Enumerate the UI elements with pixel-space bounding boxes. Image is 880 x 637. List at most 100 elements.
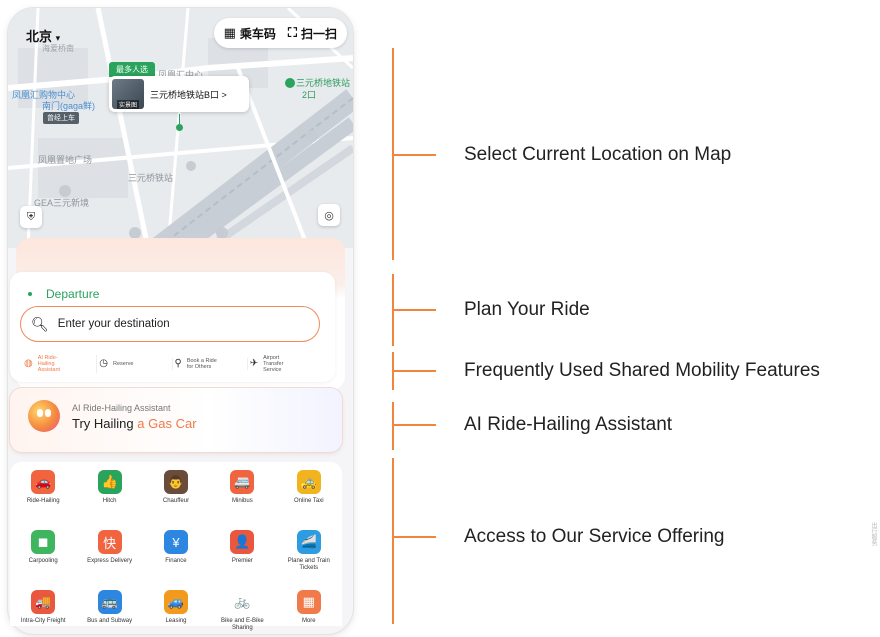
safety-shield-button[interactable]: ⛨	[20, 206, 42, 228]
feature-ai-assistant[interactable]: ◍ AI Ride-Hailing Assistant	[22, 354, 98, 374]
service-label: Plane and Train Tickets	[287, 558, 330, 572]
chevron-down-icon: ▾	[55, 33, 61, 43]
shield-icon: ⛨	[26, 210, 36, 223]
search-icon: 🔍︎	[31, 315, 49, 332]
annotation-bracket-ai	[392, 402, 394, 450]
annotation-map: Select Current Location on Map	[464, 144, 732, 165]
annotation-tick-map	[392, 154, 436, 156]
ai-title-highlight: a Gas Car	[137, 416, 197, 431]
service-label: Bike and E-Bike Sharing	[221, 618, 264, 632]
driver-icon: 👨	[163, 470, 188, 494]
service-label: Premier	[231, 558, 253, 564]
service-premier[interactable]: 👤 Premier	[209, 530, 275, 584]
photo-label: 实景图	[116, 100, 139, 109]
service-label: Intra-City Freight	[20, 618, 66, 624]
map-label-top: 海爱桥南	[42, 44, 74, 53]
finance-icon: ¥	[163, 530, 188, 554]
service-thumb[interactable]: 👍 Hitch	[76, 470, 142, 524]
person-icon: ⚲	[174, 358, 182, 370]
annotation-tick-ai	[392, 424, 436, 426]
departure-field[interactable]: Departure	[28, 287, 99, 301]
shared-mobility-features: ◍ AI Ride-Hailing Assistant ◷ Reserve ⚲ …	[22, 352, 322, 376]
bus-icon: 🚐	[230, 470, 255, 494]
car-icon: 🚗	[31, 470, 56, 494]
delivery-icon: 快	[97, 530, 122, 554]
ai-avatar-icon	[28, 400, 60, 432]
plane-icon: ✈	[249, 358, 259, 370]
services-grid: 🚗 Ride-Hailing 👍 Hitch 👨 Chauffeur 🚐 Minibus 🚕 On…	[10, 470, 342, 637]
carpool-icon: ◼	[31, 530, 56, 554]
service-subway[interactable]: 🚌 Bus and Subway	[76, 590, 142, 637]
feature-label: Book a Ride for Others	[186, 357, 217, 370]
train-icon: 🚄	[296, 530, 321, 554]
feature-reserve[interactable]: ◷ Reserve	[97, 358, 173, 370]
locate-icon: ◎	[324, 209, 334, 222]
feature-label: Reserve	[112, 360, 134, 367]
feature-book-for-others[interactable]: ⚲ Book a Ride for Others	[173, 357, 248, 371]
service-label: Ride-Hailing	[26, 498, 60, 504]
map-label-plaza: 凤凰置地广场	[38, 155, 93, 165]
leasing-icon: 🚙	[163, 590, 188, 614]
city-name: 北京	[26, 29, 53, 44]
annotation-tick-services	[392, 536, 436, 538]
recenter-button[interactable]: ◎	[318, 204, 340, 226]
service-label: Hitch	[102, 498, 117, 504]
service-driver[interactable]: 👨 Chauffeur	[143, 470, 209, 524]
annotation-ai: AI Ride-Hailing Assistant	[464, 414, 673, 435]
scan-label: 扫一扫	[300, 26, 337, 41]
service-label: Finance	[165, 558, 187, 564]
service-label: Online Taxi	[294, 498, 324, 504]
service-leasing[interactable]: 🚙 Leasing	[143, 590, 209, 637]
service-train[interactable]: 🚄 Plane and Train Tickets	[276, 530, 342, 584]
ai-subtitle: AI Ride-Hailing Assistant	[72, 403, 171, 413]
taxi-icon: 🚕	[296, 470, 321, 494]
service-label: Minibus	[232, 498, 253, 504]
service-bus[interactable]: 🚐 Minibus	[209, 470, 275, 524]
service-truck[interactable]: 🚚 Intra-City Freight	[10, 590, 76, 637]
service-taxi[interactable]: 🚕 Online Taxi	[276, 470, 342, 524]
previous-pickup-badge: 曾经上车	[43, 112, 79, 124]
bike-icon: 🚲	[230, 590, 255, 614]
pickup-location-card[interactable]: 实景图 三元桥地铁站B口 >	[109, 76, 249, 112]
annotation-tick-plan	[392, 309, 436, 311]
ai-assistant-card[interactable]: AI Ride-Hailing Assistant Try Hailing a …	[10, 388, 342, 452]
qr-code-icon: ▦	[223, 25, 236, 40]
service-label: Chauffeur	[162, 498, 190, 504]
ride-code-button[interactable]: ▦ 乘车码	[224, 25, 276, 42]
service-more[interactable]: ▦ More	[276, 590, 342, 637]
service-bike[interactable]: 🚲 Bike and E-Bike Sharing	[209, 590, 275, 637]
feature-label: Airport Transfer Service	[263, 354, 284, 374]
map-view[interactable]: 北京 ▾ 海爱桥南 ▦ 乘车码 ⛶ 扫一扫 凤凰汇中心 凤凰汇购物中心 南门(g…	[8, 8, 353, 248]
service-label: More	[301, 618, 316, 624]
service-carpool[interactable]: ◼ Carpooling	[10, 530, 76, 584]
ai-title-prefix: Try Hailing	[72, 416, 134, 431]
service-car[interactable]: 🚗 Ride-Hailing	[10, 470, 76, 524]
map-label-line: 三元桥铁站	[128, 173, 174, 183]
destination-input[interactable]: 🔍︎ Enter your destination	[20, 306, 320, 342]
location-pin-icon	[176, 114, 183, 131]
pickup-station-name: 三元桥地铁站B口 >	[150, 89, 227, 100]
services-panel: 🚗 Ride-Hailing 👍 Hitch 👨 Chauffeur 🚐 Minibus 🚕 On…	[10, 462, 342, 631]
service-label: Leasing	[165, 618, 187, 624]
feature-airport-transfer[interactable]: ✈ Airport Transfer Service	[248, 355, 322, 374]
service-label: Bus and Subway	[87, 618, 133, 624]
truck-icon: 🚚	[31, 590, 56, 614]
location-photo[interactable]: 实景图	[112, 79, 144, 109]
map-label-mall-gate: 南门(gaga鲜)	[42, 101, 96, 111]
scan-button[interactable]: ⛶ 扫一扫	[288, 25, 337, 42]
annotation-bracket-services	[392, 458, 394, 624]
service-label: Express Delivery	[87, 558, 133, 564]
popular-tag: 最多人选	[109, 62, 155, 77]
annotation-features: Frequently Used Shared Mobility Features	[464, 360, 820, 381]
ride-code-label: 乘车码	[239, 26, 276, 41]
departure-dot-icon	[28, 292, 32, 296]
annotation-services: Access to Our Service Offering	[464, 526, 725, 547]
ai-title: Try Hailing a Gas Car	[72, 416, 197, 431]
ai-icon: ◍	[24, 358, 33, 370]
departure-label: Departure	[46, 287, 100, 301]
scan-icon: ⛶	[287, 25, 297, 40]
service-finance[interactable]: ¥ Finance	[143, 530, 209, 584]
service-delivery[interactable]: 快 Express Delivery	[76, 530, 142, 584]
subway-icon: 🚌	[97, 590, 122, 614]
annotation-plan: Plan Your Ride	[464, 299, 590, 320]
